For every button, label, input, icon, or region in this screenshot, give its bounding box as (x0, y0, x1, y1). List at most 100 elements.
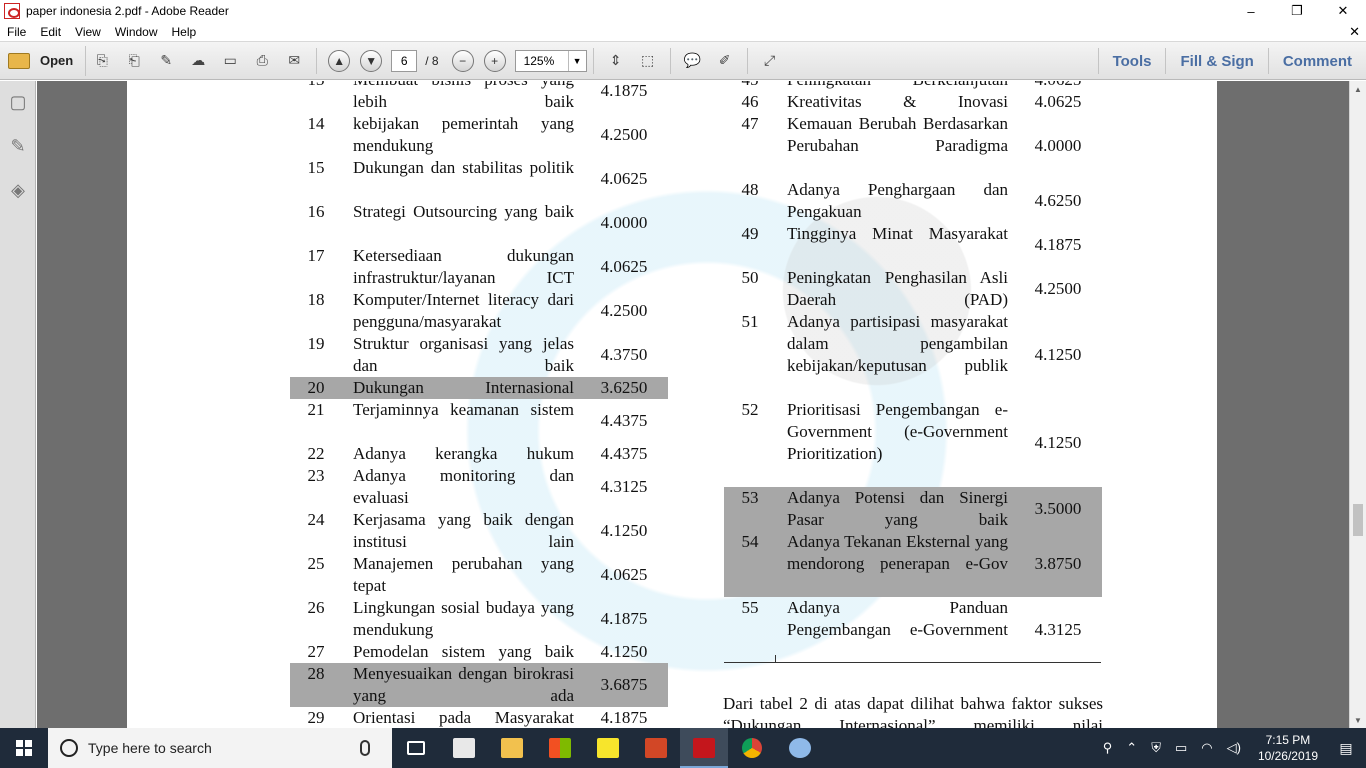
battery-icon[interactable]: ▭ (1175, 740, 1187, 756)
row-value: 3.5000 (1034, 499, 1082, 518)
task-view-icon (407, 741, 425, 755)
row-description: Adanya Potensi dan Sinergi Pasar yang ba… (787, 488, 1008, 529)
tab-comment[interactable]: Comment (1267, 48, 1366, 74)
sticky-notes-button[interactable] (584, 728, 632, 768)
row-description: Pemodelan sistem yang baik (353, 642, 574, 661)
powerpoint-button[interactable] (632, 728, 680, 768)
page-number-input[interactable]: 6 (391, 49, 418, 72)
row-number: 45 (724, 81, 776, 91)
fit-page-icon[interactable]: ⇕ (605, 50, 627, 72)
row-description: Lingkungan sosial budaya yang mendukung (353, 598, 574, 639)
store-app-button[interactable] (536, 728, 584, 768)
email-icon[interactable]: ✉ (283, 50, 305, 72)
previous-page-button[interactable]: ▲ (328, 49, 351, 72)
chevron-down-icon[interactable]: ▼ (567, 50, 586, 71)
people-icon[interactable]: ⚲ (1103, 740, 1113, 756)
row-value: 4.1250 (1034, 345, 1082, 364)
sticky-note-icon[interactable]: 💬 (682, 50, 704, 72)
task-view-button[interactable] (392, 728, 440, 768)
row-number: 15 (307, 158, 325, 177)
row-number: 48 (741, 180, 759, 199)
row-value: 4.4375 (600, 444, 648, 463)
row-value: 3.6875 (600, 675, 648, 694)
microphone-icon[interactable] (360, 740, 370, 756)
row-value: 4.0625 (600, 565, 648, 584)
save-icon[interactable]: ▭ (219, 50, 241, 72)
row-description: Kemauan Berubah Berdasarkan Perubahan Pa… (787, 114, 1008, 155)
toolbar: Open ⎘ ⎗ ✎ ☁ ▭ ⎙ ✉ ▲ ▼ 6 / 8 − + 125% ▼ … (0, 42, 1366, 80)
notification-center-icon[interactable]: ▤ (1326, 728, 1366, 768)
chrome-button[interactable] (728, 728, 776, 768)
document-view[interactable]: 13 Membuat bisnis proses yang lebih baik 4… (37, 81, 1349, 728)
zoom-in-button[interactable]: + (483, 49, 506, 72)
row-value: 4.3750 (600, 345, 648, 364)
row-description: Peningkatan Penghasilan Asli Daerah (PAD… (787, 268, 1008, 309)
table-row: 52 Prioritisasi Pengembangan e-Government… (724, 399, 1102, 487)
volume-icon[interactable]: ◁) (1227, 740, 1241, 756)
close-document-icon[interactable]: ✕ (1349, 24, 1360, 40)
file-explorer-button[interactable] (488, 728, 536, 768)
table-bottom-rule (724, 662, 1101, 663)
table-row: 21 Terjaminnya keamanan sistem 4.4375 (290, 399, 668, 443)
table-row: 29 Orientasi pada Masyarakat 4.1875 (290, 707, 668, 728)
scroll-up-icon[interactable]: ▲ (1350, 81, 1366, 97)
toolbar-divider (592, 47, 594, 74)
adobe-reader-taskbar-button[interactable] (680, 728, 728, 768)
clock[interactable]: 7:15 PM 10/26/2019 (1258, 732, 1318, 764)
scroll-down-icon[interactable]: ▼ (1350, 712, 1366, 728)
menu-window[interactable]: Window (108, 25, 165, 39)
highlight-icon[interactable]: ✐ (714, 50, 736, 72)
toolbar-divider (669, 47, 671, 74)
close-button[interactable]: ✕ (1320, 0, 1366, 22)
row-number: 23 (307, 466, 325, 485)
row-number: 24 (307, 510, 325, 529)
adobe-reader-icon (693, 738, 715, 758)
file-explorer-icon (501, 738, 523, 758)
row-number: 14 (307, 114, 325, 133)
start-button[interactable] (0, 728, 48, 768)
row-description: Komputer/Internet literacy dari pengguna… (353, 290, 574, 331)
paint-button[interactable] (776, 728, 824, 768)
edit-pdf-icon[interactable]: ✎ (155, 50, 177, 72)
chevron-up-icon[interactable]: ⌃ (1126, 740, 1137, 756)
page-thumbnails-icon[interactable]: ▢ (7, 91, 29, 113)
powerpoint-icon (645, 738, 667, 758)
full-screen-icon[interactable]: ⤢ (759, 50, 781, 72)
menu-file[interactable]: File (0, 25, 33, 39)
search-placeholder: Type here to search (88, 740, 212, 756)
wifi-icon[interactable]: ◠ (1201, 740, 1212, 756)
upload-cloud-icon[interactable]: ☁ (187, 50, 209, 72)
export-pdf-icon[interactable]: ⎗ (123, 50, 145, 72)
vertical-scrollbar[interactable]: ▲ ▼ (1349, 81, 1366, 728)
row-value: 4.1875 (600, 708, 648, 727)
row-description: Dukungan Internasional (353, 378, 574, 397)
menu-edit[interactable]: Edit (33, 25, 68, 39)
print-icon[interactable]: ⎙ (251, 50, 273, 72)
camera-app-button[interactable] (440, 728, 488, 768)
menu-view[interactable]: View (68, 25, 108, 39)
tab-tools[interactable]: Tools (1097, 48, 1166, 74)
maximize-button[interactable]: ❐ (1274, 0, 1320, 22)
table-row: 47 Kemauan Berubah Berdasarkan Perubahan … (724, 113, 1102, 179)
tab-fill-sign[interactable]: Fill & Sign (1165, 48, 1267, 74)
scroll-thumb[interactable] (1353, 504, 1363, 536)
next-page-button[interactable]: ▼ (360, 49, 383, 72)
taskbar-search[interactable]: Type here to search (48, 728, 392, 768)
zoom-out-button[interactable]: − (451, 49, 474, 72)
page-total: / 8 (425, 53, 439, 68)
security-icon[interactable]: ⛨ (1151, 740, 1161, 756)
layers-icon[interactable]: ◈ (7, 179, 29, 201)
table-row: 14 kebijakan pemerintah yang mendukung 4.2… (290, 113, 668, 157)
attachments-icon[interactable]: ✎ (7, 135, 29, 157)
table-row: 51 Adanya partisipasi masyarakat dalam pe… (724, 311, 1102, 399)
fit-width-icon[interactable]: ⬚ (637, 50, 659, 72)
menu-help[interactable]: Help (165, 25, 204, 39)
row-description: Kerjasama yang baik dengan institusi lai… (353, 510, 574, 551)
table-row: 28 Menyesuaikan dengan birokrasi yang ada… (290, 663, 668, 707)
create-pdf-icon[interactable]: ⎘ (91, 50, 113, 72)
minimize-button[interactable]: – (1228, 0, 1274, 22)
zoom-select[interactable]: 125% ▼ (514, 49, 587, 72)
row-description: Ketersediaan dukungan infrastruktur/laya… (353, 246, 574, 287)
row-number: 26 (307, 598, 325, 617)
open-button[interactable]: Open (8, 45, 87, 76)
